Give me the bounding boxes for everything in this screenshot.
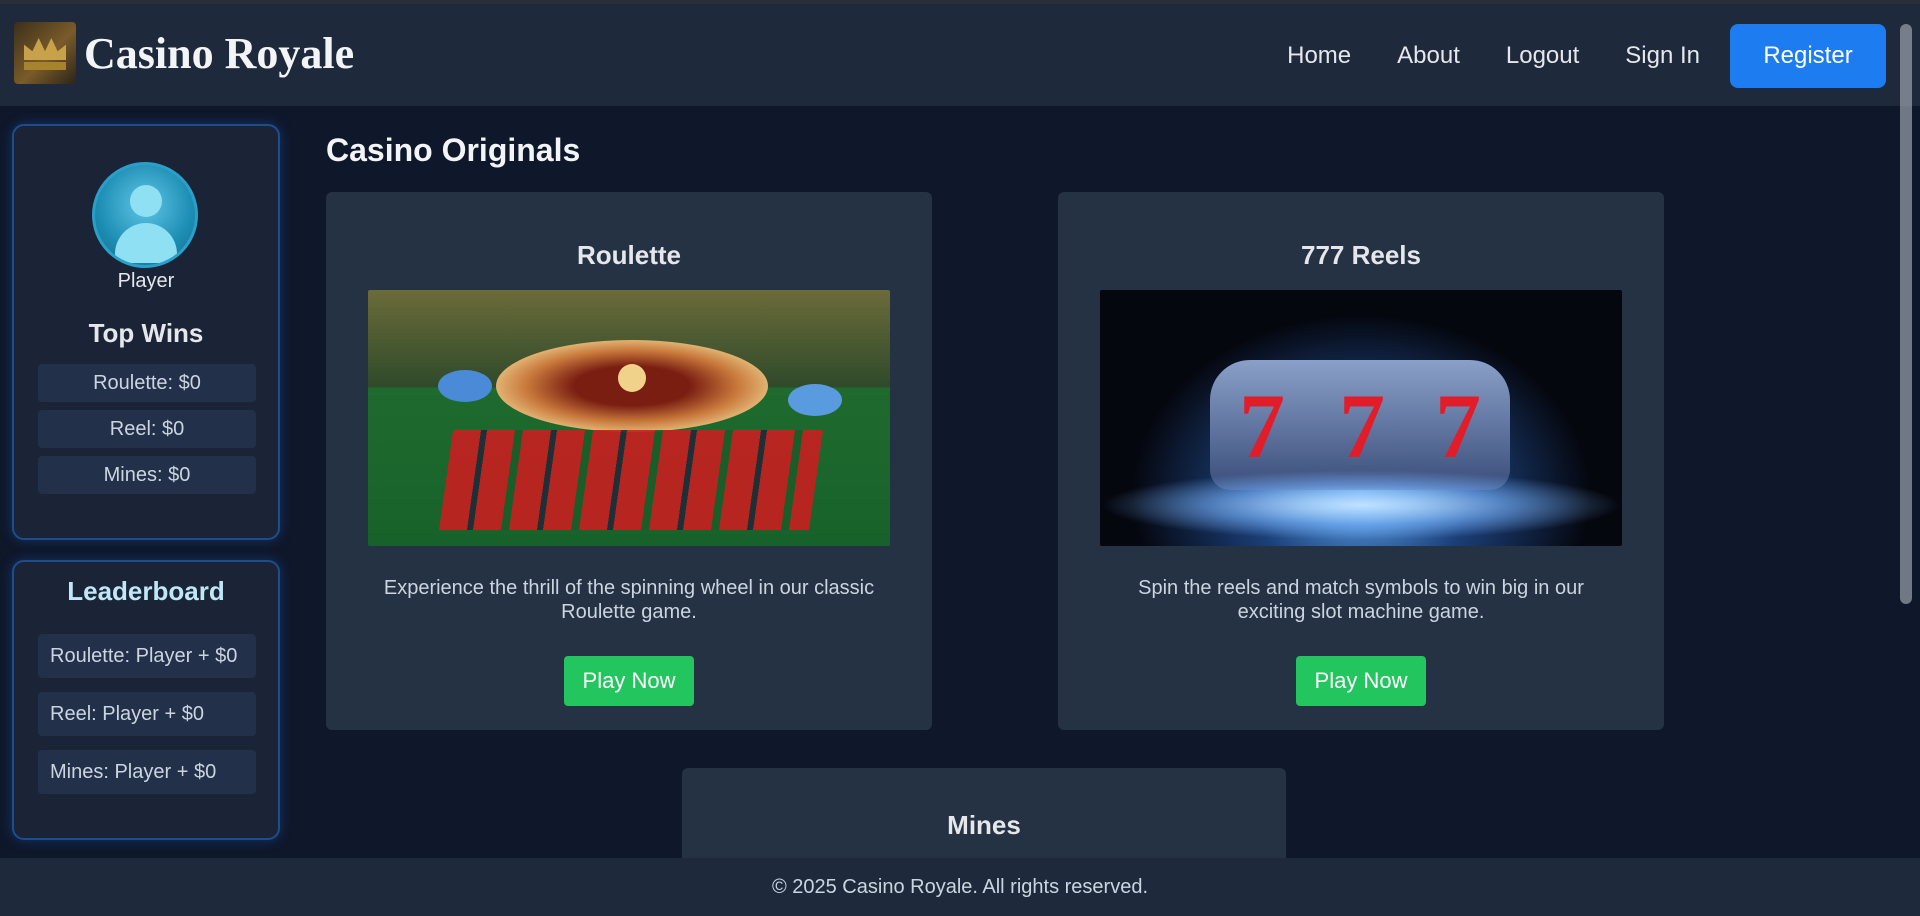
crown-shape <box>24 38 66 60</box>
roulette-betting-grid <box>438 430 824 530</box>
player-name: Player <box>117 270 175 292</box>
seven-symbol-icon: 7 <box>1239 375 1285 477</box>
avatar-head <box>130 185 162 217</box>
game-title: 777 Reels <box>1301 240 1421 270</box>
seven-symbol-icon: 7 <box>1435 375 1481 477</box>
game-card-777-reels: 777 Reels 7 7 7 Spin the reels and match… <box>1058 192 1664 730</box>
page-title: Casino Originals <box>326 132 581 168</box>
slot-machine-art: 7 7 7 <box>1100 290 1622 546</box>
play-now-roulette-button[interactable]: Play Now <box>564 656 694 706</box>
avatar-icon[interactable] <box>92 162 198 268</box>
brand-name: Casino Royale <box>84 28 355 78</box>
roulette-hub <box>618 364 646 392</box>
avatar-body <box>115 223 177 263</box>
nav-logout-link[interactable]: Logout <box>1506 42 1579 70</box>
crown-base <box>24 62 66 70</box>
nav-links: Home About Logout Sign In Register <box>1287 24 1886 88</box>
water-splash <box>1100 470 1622 540</box>
game-title: Roulette <box>577 240 681 270</box>
nav-sign-in-link[interactable]: Sign In <box>1625 42 1700 70</box>
leaderboard-entry-mines: Mines: Player + $0 <box>38 750 256 794</box>
top-wins-title: Top Wins <box>88 318 204 348</box>
game-title: Mines <box>947 810 1021 840</box>
leaderboard-panel: Leaderboard Roulette: Player + $0 Reel: … <box>12 560 280 840</box>
top-win-mines: Mines: $0 <box>38 456 256 494</box>
leaderboard-title: Leaderboard <box>67 576 225 606</box>
game-card-roulette: Roulette Experience the thrill of the sp… <box>326 192 932 730</box>
top-win-roulette: Roulette: $0 <box>38 364 256 402</box>
scrollbar-thumb[interactable] <box>1900 24 1912 604</box>
copyright-text: © 2025 Casino Royale. All rights reserve… <box>771 875 1149 898</box>
slots-image: 7 7 7 <box>1100 290 1622 546</box>
seven-symbol-icon: 7 <box>1339 375 1385 477</box>
chip-stack-right <box>788 384 842 416</box>
profile-panel: Player Top Wins Roulette: $0 Reel: $0 Mi… <box>12 124 280 540</box>
play-now-reels-button[interactable]: Play Now <box>1296 656 1426 706</box>
game-card-mines: Mines <box>682 768 1286 858</box>
crown-logo-icon <box>14 22 76 84</box>
nav-home-link[interactable]: Home <box>1287 42 1351 70</box>
register-button[interactable]: Register <box>1730 24 1886 88</box>
top-win-reel: Reel: $0 <box>38 410 256 448</box>
roulette-image <box>368 290 890 546</box>
nav-about-link[interactable]: About <box>1397 42 1460 70</box>
roulette-table-art <box>368 290 890 546</box>
top-navbar: Casino Royale Home About Logout Sign In … <box>0 0 1920 106</box>
footer: © 2025 Casino Royale. All rights reserve… <box>0 858 1920 916</box>
leaderboard-entry-reel: Reel: Player + $0 <box>38 692 256 736</box>
brand[interactable]: Casino Royale <box>14 22 354 84</box>
chip-stack-left <box>438 370 492 402</box>
game-description: Spin the reels and match symbols to win … <box>1138 577 1584 623</box>
game-description: Experience the thrill of the spinning wh… <box>383 577 875 623</box>
leaderboard-entry-roulette: Roulette: Player + $0 <box>38 634 256 678</box>
